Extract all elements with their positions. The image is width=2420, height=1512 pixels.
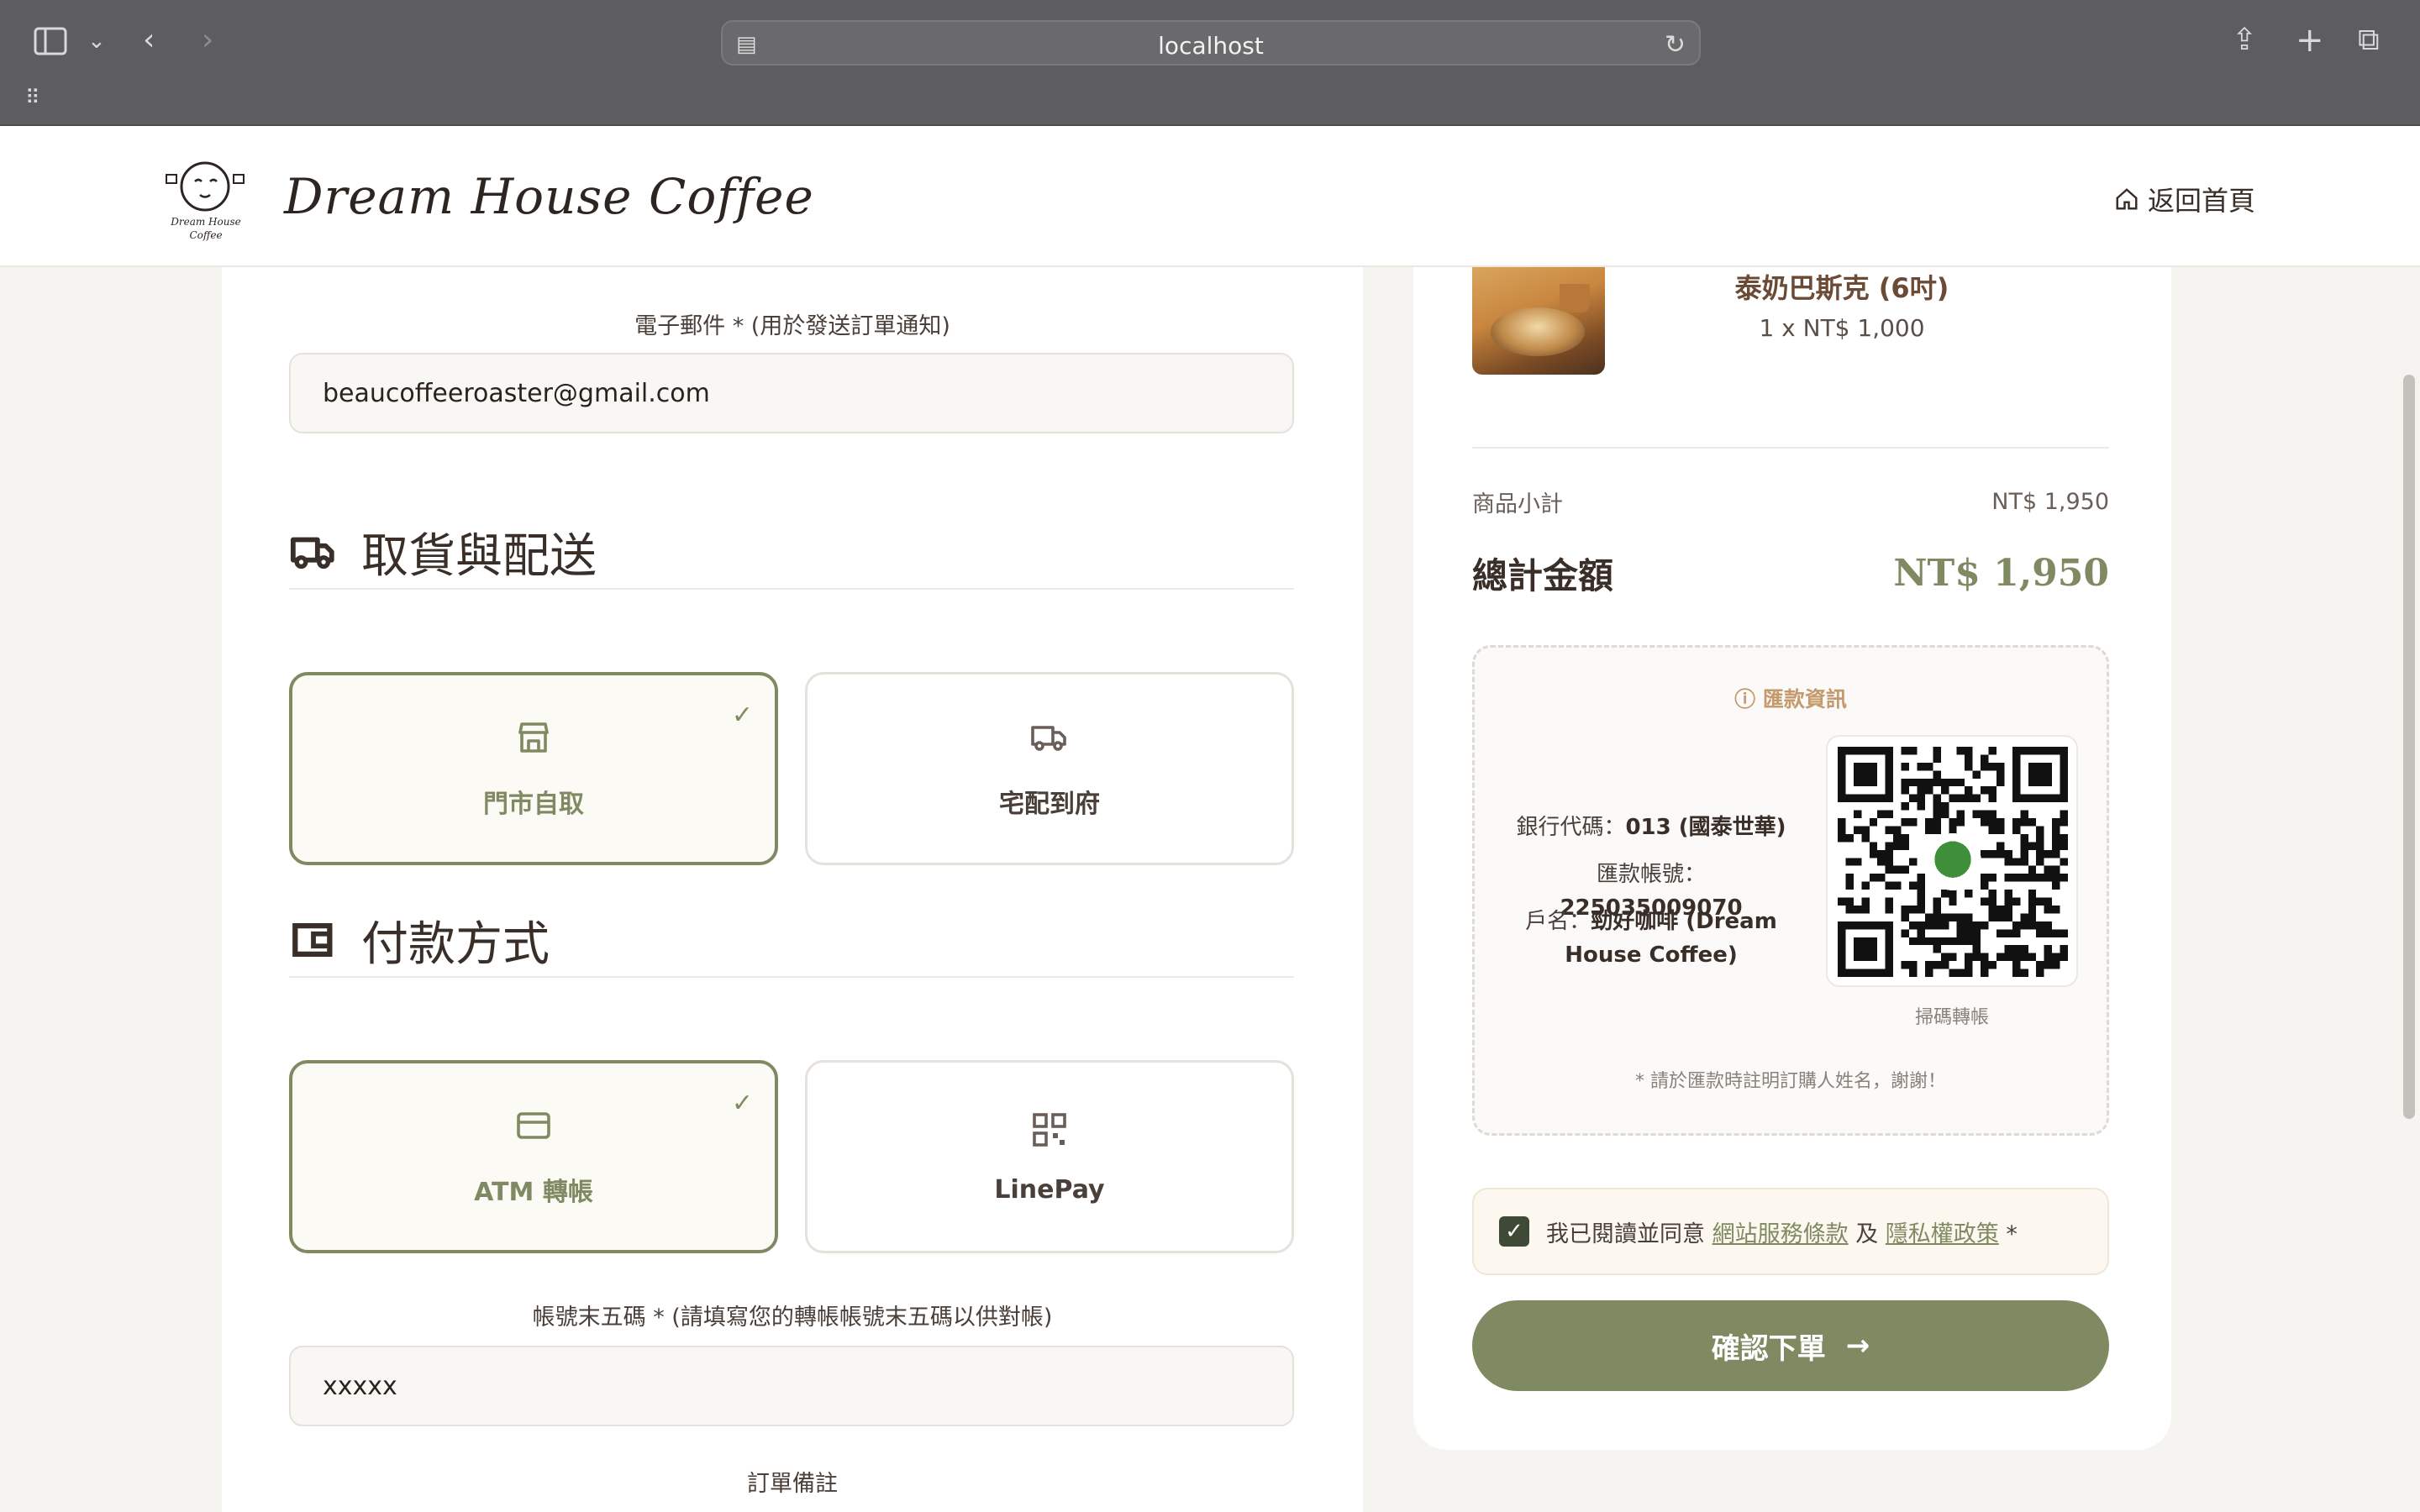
home-icon bbox=[2116, 188, 2138, 210]
privacy-link[interactable]: 隱私權政策 bbox=[1886, 1221, 1999, 1247]
product-thumbnail bbox=[1472, 267, 1605, 375]
sidebar-toggle-icon[interactable] bbox=[34, 27, 67, 61]
site-header: Dream House Coffee Dream House Coffee 返回… bbox=[0, 126, 2420, 267]
confirm-order-button[interactable]: 確認下單 → bbox=[1472, 1300, 2109, 1391]
back-icon[interactable]: ‹ bbox=[143, 25, 155, 55]
truck-icon bbox=[1031, 726, 1066, 751]
total-label: 總計金額 bbox=[1472, 555, 1614, 596]
truck-icon bbox=[290, 537, 334, 570]
transfer-note: * 請於匯款時註明訂購人姓名，謝謝！ bbox=[1635, 1071, 1946, 1092]
total-value: NT$ 1,950 bbox=[1893, 552, 2109, 595]
product-name: 泰奶巴斯克 (6吋) bbox=[1734, 272, 1949, 304]
holder-value: 勁好咖啡 (Dream bbox=[1591, 909, 1777, 934]
payment-option-atm[interactable]: ✓ ATM 轉帳 bbox=[289, 1060, 778, 1253]
transfer-title-text: 匯款資訊 bbox=[1762, 687, 1847, 711]
total-row: 總計金額 NT$ 1,950 bbox=[1472, 548, 2109, 599]
bank-code-label: 銀行代碼： bbox=[1516, 815, 1626, 840]
wallet-icon bbox=[292, 922, 333, 958]
delivery-option-home[interactable]: 宅配到府 bbox=[805, 672, 1294, 865]
card-icon bbox=[517, 1112, 550, 1139]
product-quantity: 1 x NT$ 1,000 bbox=[1759, 314, 1925, 342]
home-link[interactable]: 返回首頁 bbox=[2114, 180, 2255, 218]
subtotal-row: 商品小計 NT$ 1,950 bbox=[1472, 486, 2109, 518]
chevron-down-icon[interactable]: ⌄ bbox=[87, 30, 106, 52]
account-last5-field[interactable]: xxxxx bbox=[289, 1346, 1294, 1426]
browser-toolbar: ⌄ ‹ › ▤ localhost ↻ ⇪ + ⧉ ⠿ bbox=[0, 0, 2420, 126]
agree-and: 及 bbox=[1855, 1221, 1879, 1247]
check-icon: ✓ bbox=[731, 701, 753, 730]
divider bbox=[1472, 447, 2109, 449]
payment-title: 付款方式 bbox=[361, 916, 550, 972]
order-summary: 泰奶巴斯克 (6吋) 1 x NT$ 1,000 商品小計 NT$ 1,950 … bbox=[1413, 267, 2171, 1450]
payment-option-label: ATM 轉帳 bbox=[474, 1178, 593, 1207]
bank-code-line: 銀行代碼：013 (國泰世華) bbox=[1508, 811, 1794, 844]
transfer-qr-code bbox=[1826, 735, 2078, 987]
payment-section-header: 付款方式 bbox=[289, 904, 1294, 978]
apps-grid-icon[interactable]: ⠿ bbox=[25, 87, 40, 108]
subtotal-label: 商品小計 bbox=[1472, 491, 1563, 517]
terms-link[interactable]: 網站服務條款 bbox=[1712, 1221, 1849, 1247]
email-label: 電子郵件 * (用於發送訂單通知) bbox=[634, 313, 950, 339]
scrollbar[interactable] bbox=[2403, 375, 2415, 1119]
new-tab-icon[interactable]: + bbox=[2296, 24, 2324, 57]
delivery-option-pickup[interactable]: ✓ 門市自取 bbox=[289, 672, 778, 865]
confirm-order-label: 確認下單 bbox=[1711, 1331, 1826, 1366]
logo-text[interactable]: Dream House Coffee bbox=[284, 168, 814, 225]
store-icon bbox=[518, 722, 549, 753]
delivery-option-label: 門市自取 bbox=[483, 790, 584, 819]
checkout-form: 電子郵件 * (用於發送訂單通知) beaucoffeeroaster@gmai… bbox=[222, 267, 1363, 1512]
delivery-section-header: 取貨與配送 bbox=[289, 516, 1294, 590]
arrow-right-icon: → bbox=[1845, 1329, 1870, 1362]
transfer-info-box: ⓘ 匯款資訊 銀行代碼：013 (國泰世華) 匯款帳號：225035009070… bbox=[1472, 645, 2109, 1136]
tabs-overview-icon[interactable]: ⧉ bbox=[2358, 25, 2380, 55]
logo-mark[interactable]: Dream House Coffee bbox=[161, 156, 250, 244]
agree-prefix: 我已閱讀並同意 bbox=[1546, 1221, 1705, 1247]
holder-label: 戶名： bbox=[1525, 909, 1591, 934]
share-icon[interactable]: ⇪ bbox=[2232, 25, 2257, 55]
account-label: 帳號末五碼 * (請填寫您的轉帳帳號末五碼以供對帳) bbox=[532, 1305, 1053, 1331]
holder-line: 戶名：勁好咖啡 (Dream House Coffee) bbox=[1508, 905, 1794, 972]
logo-mark-text-1: Dream House bbox=[170, 216, 240, 228]
home-link-label: 返回首頁 bbox=[2147, 185, 2255, 217]
qr-icon bbox=[1033, 1112, 1066, 1147]
check-icon: ✓ bbox=[731, 1089, 753, 1118]
reload-icon[interactable]: ↻ bbox=[1665, 30, 1686, 60]
holder-value-2: House Coffee) bbox=[1565, 942, 1738, 968]
payment-option-linepay[interactable]: LinePay bbox=[805, 1060, 1294, 1253]
logo-mark-text-2: Coffee bbox=[189, 229, 222, 241]
address-bar[interactable]: ▤ localhost ↻ bbox=[721, 20, 1701, 66]
email-field[interactable]: beaucoffeeroaster@gmail.com bbox=[289, 353, 1294, 433]
account-no-label: 匯款帳號： bbox=[1596, 862, 1706, 887]
delivery-title: 取貨與配送 bbox=[361, 528, 597, 584]
url-text: localhost bbox=[1158, 32, 1264, 60]
forward-icon[interactable]: › bbox=[202, 25, 213, 55]
payment-option-label: LinePay bbox=[994, 1174, 1105, 1205]
transfer-title: ⓘ 匯款資訊 bbox=[1475, 683, 2107, 713]
info-icon: ⓘ bbox=[1734, 687, 1763, 711]
agree-checkbox[interactable]: ✓ bbox=[1499, 1216, 1529, 1247]
remarks-label: 訂單備註 bbox=[747, 1471, 838, 1497]
bank-code-value: 013 (國泰世華) bbox=[1625, 815, 1786, 840]
subtotal-value: NT$ 1,950 bbox=[1991, 489, 2109, 515]
agree-suffix: * bbox=[2006, 1221, 2018, 1247]
delivery-option-label: 宅配到府 bbox=[999, 790, 1100, 819]
scan-label: 掃碼轉帳 bbox=[1914, 1007, 1989, 1028]
terms-agreement: ✓ 我已閱讀並同意 網站服務條款 及 隱私權政策 * bbox=[1472, 1188, 2109, 1275]
